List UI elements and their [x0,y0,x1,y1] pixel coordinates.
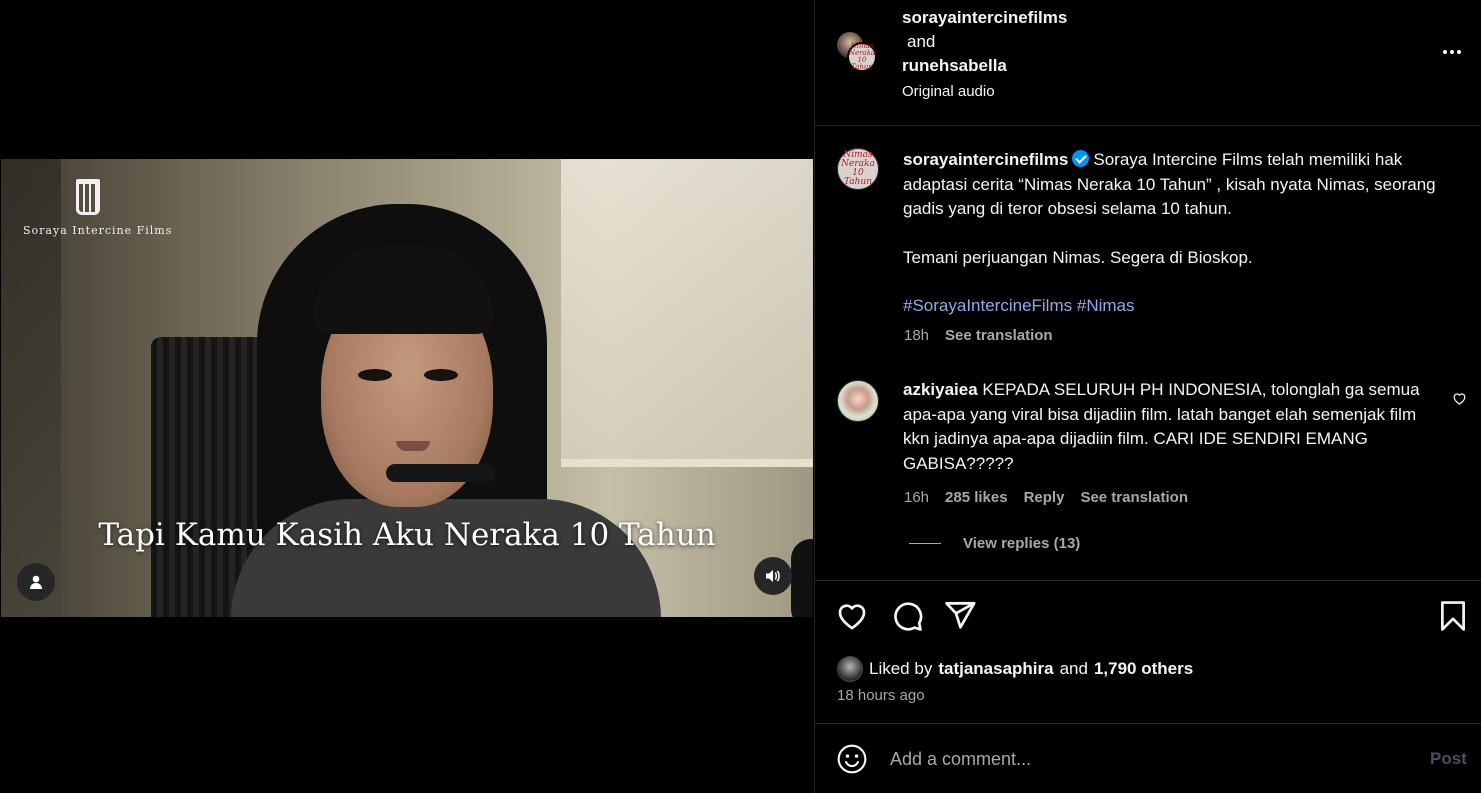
post-header: Nimas Neraka 10 Tahun sorayaintercinefil… [815,0,1481,125]
emoji-icon[interactable] [836,743,868,775]
tagged-users-button[interactable] [17,563,55,601]
add-comment-bar: Post [815,724,1481,793]
comment-text-block: azkiyaiea KEPADA SELURUH PH INDONESIA, t… [903,378,1423,476]
video-watermark-logo: Soraya Intercine Films [23,179,171,239]
avatar-poster-text: Nimas Neraka 10 Tahun [848,42,876,71]
heart-icon[interactable] [835,599,869,633]
caption-time[interactable]: 18h [904,327,929,344]
comment-icon[interactable] [890,599,924,633]
audio-toggle-button[interactable] [754,557,792,595]
film-cup-icon [76,179,100,215]
replies-line [909,543,941,544]
share-icon[interactable] [943,599,977,633]
hashtag-link[interactable]: #Nimas [1077,296,1135,315]
liked-by-user[interactable]: tatjanasaphira [938,659,1053,679]
verified-icon [1072,150,1090,167]
avatar[interactable] [837,656,863,682]
comment-input[interactable] [890,746,1390,772]
caption-text-block: sorayaintercinefilms Soraya Intercine Fil… [903,148,1451,222]
comment-time[interactable]: 16h [904,489,929,506]
reply-button[interactable]: Reply [1024,489,1065,506]
video-person-mouth [396,441,430,451]
comment-likes[interactable]: 285 likes [945,489,1008,506]
more-icon [1450,50,1454,54]
bookmark-icon[interactable] [1436,599,1470,633]
audio-link[interactable]: Original audio [902,83,995,100]
caption-username[interactable]: sorayaintercinefilms [903,150,1068,169]
view-replies-label: View replies (13) [963,535,1081,552]
avatar[interactable] [837,380,879,422]
header-username-1[interactable]: sorayaintercinefilms [902,8,1067,28]
divider [815,125,1481,126]
comment-text: KEPADA SELURUH PH INDONESIA, tolonglah g… [903,380,1420,473]
view-replies-button[interactable]: View replies (13) [909,535,1080,552]
user-tag-icon [30,575,42,589]
post-actions: Liked by tatjanasaphira and 1,790 others… [815,581,1481,723]
avatar-poster-text: Nimas Neraka 10 Tahun [841,150,875,187]
header-username-2[interactable]: runehsabella [902,56,1007,76]
video-person-eye [358,369,392,381]
heart-icon[interactable] [1452,391,1467,406]
avatar: Nimas Neraka 10 Tahun [847,42,877,72]
more-options-button[interactable] [1437,42,1467,62]
video-background-shelf [561,459,813,467]
media-area: Soraya Intercine Films Tapi Kamu Kasih A… [0,0,814,793]
video-person-eye [424,369,458,381]
post-timestamp[interactable]: 18 hours ago [837,687,925,704]
see-translation-link[interactable]: See translation [1080,489,1188,506]
caption-hashtags: #SorayaIntercineFilms #Nimas [903,294,1451,319]
more-icon [1457,50,1461,54]
comment-meta: 16h 285 likes Reply See translation [904,489,1188,506]
liked-by-prefix: Liked by [869,659,933,678]
liked-by-row: Liked by tatjanasaphira and 1,790 others [837,656,1193,682]
post-button[interactable]: Post [1430,749,1467,769]
watermark-text: Soraya Intercine Films [23,224,173,237]
post-side-panel: Nimas Neraka 10 Tahun sorayaintercinefil… [814,0,1481,793]
video-person-choker [386,464,496,482]
speaker-icon [766,570,780,582]
liked-by-and: and [1059,659,1088,678]
video-player[interactable]: Soraya Intercine Films Tapi Kamu Kasih A… [1,159,813,617]
see-translation-link[interactable]: See translation [945,327,1053,344]
video-subtitle: Tapi Kamu Kasih Aku Neraka 10 Tahun [98,517,716,553]
video-background-window [561,159,813,459]
header-connector: and [907,32,936,51]
more-icon [1443,50,1447,54]
avatar[interactable]: Nimas Neraka 10 Tahun [837,148,879,190]
caption-meta: 18h See translation [904,327,1053,344]
caption-line-2: Temani perjuangan Nimas. Segera di Biosk… [903,248,1253,267]
collab-avatars[interactable]: Nimas Neraka 10 Tahun [835,30,883,78]
comment-username[interactable]: azkiyaiea [903,380,978,399]
hashtag-link[interactable]: #SorayaIntercineFilms [903,296,1072,315]
liked-by-others[interactable]: 1,790 others [1094,659,1193,679]
